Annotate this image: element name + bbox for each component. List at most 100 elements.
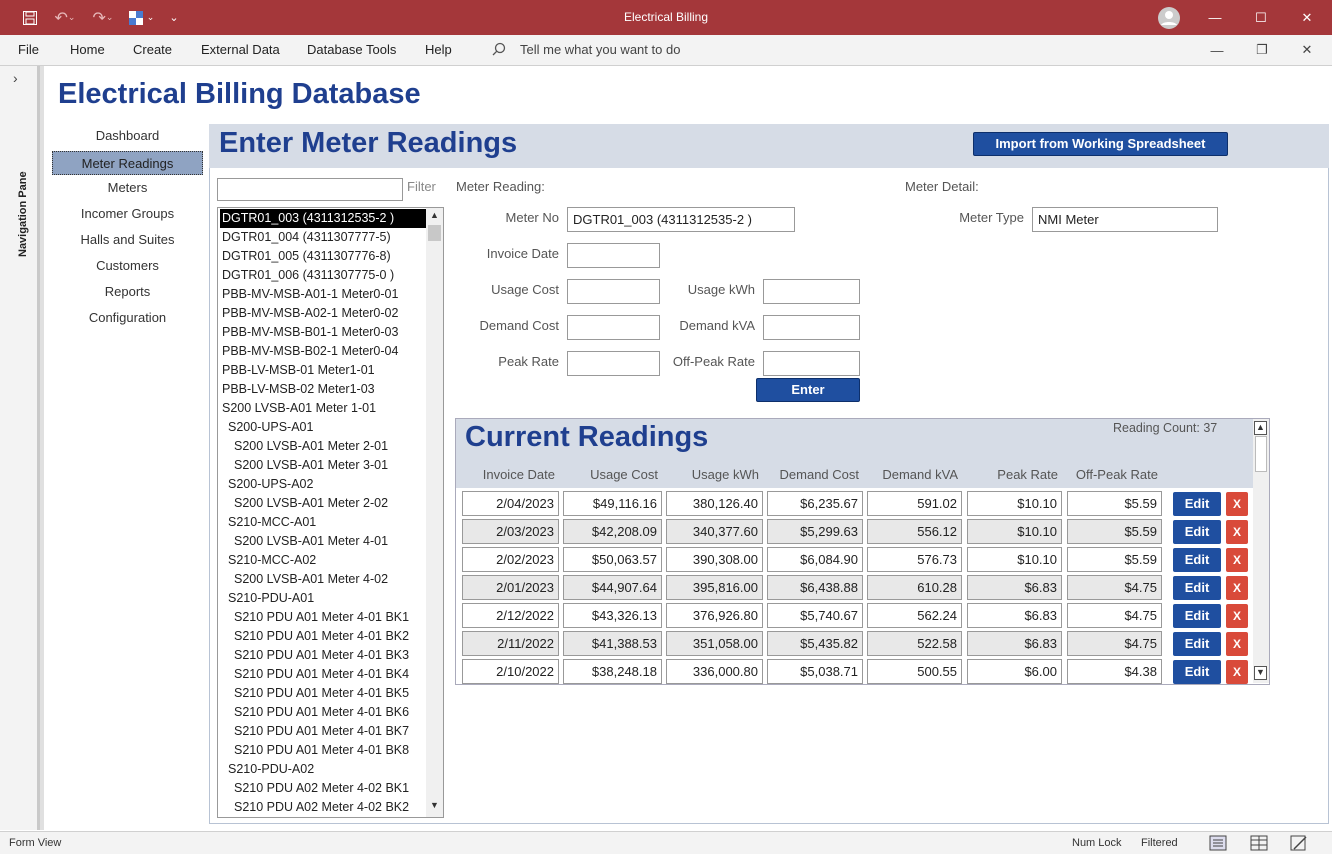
scroll-down-icon[interactable]: ▼ <box>1254 666 1267 680</box>
meter-list-item[interactable]: DGTR01_006 (4311307775-0 ) <box>220 266 426 285</box>
demand-cost-cell[interactable]: $6,235.67 <box>767 491 863 516</box>
offpeak-rate-cell[interactable]: $5.59 <box>1067 547 1162 572</box>
restore-document-icon[interactable]: ❐ <box>1247 39 1277 61</box>
invoice-date-cell[interactable]: 2/01/2023 <box>462 575 559 600</box>
nav-halls-and-suites[interactable]: Halls and Suites <box>52 228 203 252</box>
edit-reading-button[interactable]: Edit <box>1173 604 1221 628</box>
demand-kva-input[interactable] <box>763 315 860 340</box>
meter-list-item[interactable]: S210 PDU A02 Meter 4-02 BK1 <box>220 779 426 798</box>
usage-cost-input[interactable] <box>567 279 660 304</box>
delete-reading-button[interactable]: X <box>1226 576 1248 600</box>
invoice-date-cell[interactable]: 2/11/2022 <box>462 631 559 656</box>
demand-cost-cell[interactable]: $6,438.88 <box>767 575 863 600</box>
delete-reading-button[interactable]: X <box>1226 604 1248 628</box>
meter-list-item[interactable]: S210 PDU A01 Meter 4-01 BK6 <box>220 703 426 722</box>
peak-rate-cell[interactable]: $6.00 <box>967 659 1062 684</box>
invoice-date-cell[interactable]: 2/02/2023 <box>462 547 559 572</box>
peak-rate-input[interactable] <box>567 351 660 376</box>
minimize-document-icon[interactable]: — <box>1202 39 1232 61</box>
meter-list-item[interactable]: S210 PDU A01 Meter 4-01 BK3 <box>220 646 426 665</box>
demand-kva-cell[interactable]: 610.28 <box>867 575 962 600</box>
invoice-date-cell[interactable]: 2/10/2022 <box>462 659 559 684</box>
offpeak-rate-cell[interactable]: $4.75 <box>1067 603 1162 628</box>
usage-kwh-cell[interactable]: 351,058.00 <box>666 631 763 656</box>
design-view-button-icon[interactable] <box>1290 835 1308 854</box>
usage-cost-cell[interactable]: $43,326.13 <box>563 603 662 628</box>
delete-reading-button[interactable]: X <box>1226 632 1248 656</box>
peak-rate-cell[interactable]: $6.83 <box>967 603 1062 628</box>
offpeak-rate-input[interactable] <box>763 351 860 376</box>
scroll-thumb[interactable] <box>428 225 441 241</box>
meter-list-item[interactable]: S200-UPS-A02 <box>220 475 426 494</box>
offpeak-rate-cell[interactable]: $4.75 <box>1067 631 1162 656</box>
demand-kva-cell[interactable]: 522.58 <box>867 631 962 656</box>
menu-help[interactable]: Help <box>425 42 452 57</box>
meter-list-item[interactable]: S200 LVSB-A01 Meter 2-02 <box>220 494 426 513</box>
usage-kwh-cell[interactable]: 336,000.80 <box>666 659 763 684</box>
edit-reading-button[interactable]: Edit <box>1173 576 1221 600</box>
meter-list-item[interactable]: PBB-MV-MSB-B02-1 Meter0-04 <box>220 342 426 361</box>
meter-list-item[interactable]: S210 PDU A02 Meter 4-02 BK2 <box>220 798 426 817</box>
usage-kwh-cell[interactable]: 390,308.00 <box>666 547 763 572</box>
demand-cost-cell[interactable]: $5,740.67 <box>767 603 863 628</box>
meter-list-item[interactable]: DGTR01_004 (4311307777-5) <box>220 228 426 247</box>
nav-meters[interactable]: Meters <box>52 176 203 200</box>
nav-incomer-groups[interactable]: Incomer Groups <box>52 202 203 226</box>
menu-external-data[interactable]: External Data <box>201 42 280 57</box>
nav-reports[interactable]: Reports <box>52 280 203 304</box>
form-view-button-icon[interactable] <box>1209 835 1227 854</box>
usage-kwh-input[interactable] <box>763 279 860 304</box>
delete-reading-button[interactable]: X <box>1226 660 1248 684</box>
meter-list-item[interactable]: PBB-MV-MSB-A02-1 Meter0-02 <box>220 304 426 323</box>
meter-list-item[interactable]: S210 PDU A01 Meter 4-01 BK2 <box>220 627 426 646</box>
meter-list-item[interactable]: PBB-MV-MSB-B01-1 Meter0-03 <box>220 323 426 342</box>
delete-reading-button[interactable]: X <box>1226 548 1248 572</box>
meter-list-scrollbar[interactable]: ▲ ▼ <box>426 208 443 817</box>
invoice-date-cell[interactable]: 2/12/2022 <box>462 603 559 628</box>
edit-reading-button[interactable]: Edit <box>1173 492 1221 516</box>
usage-cost-cell[interactable]: $38,248.18 <box>563 659 662 684</box>
meter-type-field[interactable]: NMI Meter <box>1032 207 1218 232</box>
delete-reading-button[interactable]: X <box>1226 520 1248 544</box>
meter-list-item[interactable]: S210-MCC-A02 <box>220 551 426 570</box>
demand-cost-cell[interactable]: $5,435.82 <box>767 631 863 656</box>
meter-list-item[interactable]: PBB-MV-MSB-A01-1 Meter0-01 <box>220 285 426 304</box>
meter-list-item[interactable]: S210 PDU A01 Meter 4-01 BK7 <box>220 722 426 741</box>
nav-configuration[interactable]: Configuration <box>52 306 203 330</box>
offpeak-rate-cell[interactable]: $4.38 <box>1067 659 1162 684</box>
close-document-icon[interactable]: ✕ <box>1292 39 1322 61</box>
usage-kwh-cell[interactable]: 340,377.60 <box>666 519 763 544</box>
meter-list-item[interactable]: S210-MCC-A01 <box>220 513 426 532</box>
close-window-icon[interactable]: ✕ <box>1284 0 1330 35</box>
expand-chevron-icon[interactable]: › <box>13 70 18 86</box>
peak-rate-cell[interactable]: $6.83 <box>967 631 1062 656</box>
nav-meter-readings[interactable]: Meter Readings <box>52 151 203 175</box>
meter-list-item[interactable]: PBB-LV-MSB-02 Meter1-03 <box>220 380 426 399</box>
peak-rate-cell[interactable]: $10.10 <box>967 547 1062 572</box>
usage-kwh-cell[interactable]: 395,816.00 <box>666 575 763 600</box>
maximize-window-icon[interactable]: ☐ <box>1238 0 1284 35</box>
demand-kva-cell[interactable]: 562.24 <box>867 603 962 628</box>
search-icon[interactable] <box>492 42 506 59</box>
minimize-window-icon[interactable]: — <box>1192 0 1238 35</box>
nav-customers[interactable]: Customers <box>52 254 203 278</box>
meter-list-item[interactable]: S200 LVSB-A01 Meter 1-01 <box>220 399 426 418</box>
datasheet-view-button-icon[interactable] <box>1250 835 1268 854</box>
meter-list-item[interactable]: S210-PDU-A01 <box>220 589 426 608</box>
scroll-up-icon[interactable]: ▲ <box>428 210 441 224</box>
meter-list-item[interactable]: S210 PDU A01 Meter 4-01 BK1 <box>220 608 426 627</box>
usage-cost-cell[interactable]: $42,208.09 <box>563 519 662 544</box>
meter-list-item[interactable]: S210 PDU A01 Meter 4-01 BK4 <box>220 665 426 684</box>
menu-file[interactable]: File <box>18 42 39 57</box>
usage-cost-cell[interactable]: $44,907.64 <box>563 575 662 600</box>
usage-cost-cell[interactable]: $41,388.53 <box>563 631 662 656</box>
meter-list-item[interactable]: DGTR01_005 (4311307776-8) <box>220 247 426 266</box>
import-spreadsheet-button[interactable]: Import from Working Spreadsheet <box>973 132 1228 156</box>
edit-reading-button[interactable]: Edit <box>1173 548 1221 572</box>
meter-list-item[interactable]: S210 PDU A01 Meter 4-01 BK8 <box>220 741 426 760</box>
peak-rate-cell[interactable]: $6.83 <box>967 575 1062 600</box>
usage-kwh-cell[interactable]: 380,126.40 <box>666 491 763 516</box>
usage-cost-cell[interactable]: $49,116.16 <box>563 491 662 516</box>
filter-input[interactable] <box>217 178 403 201</box>
usage-cost-cell[interactable]: $50,063.57 <box>563 547 662 572</box>
